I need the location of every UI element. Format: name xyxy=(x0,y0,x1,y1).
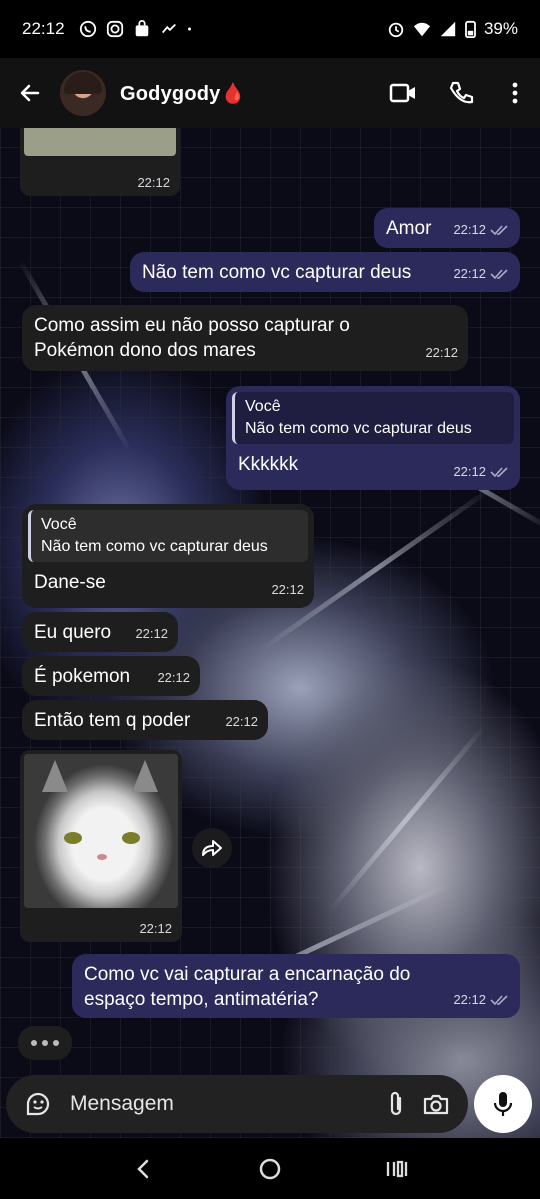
chat-area[interactable]: 22:12 Amor 22:12 Não tem como vc captura… xyxy=(0,128,540,1138)
message-text: Amor xyxy=(386,218,432,239)
message-time: 22:12 xyxy=(453,222,486,237)
message-text-line: Como assim eu não posso capturar o xyxy=(34,315,350,336)
message-text: Não tem como vc capturar deus xyxy=(142,262,412,283)
read-receipt-icon xyxy=(490,466,508,477)
alarm-icon xyxy=(388,22,404,38)
cat-photo[interactable] xyxy=(24,754,178,908)
message-time: 22:12 xyxy=(139,921,172,936)
nav-back-icon xyxy=(137,1159,149,1178)
message-time: 22:12 xyxy=(425,345,458,360)
message-incoming[interactable]: Como assim eu não posso capturar o Pokém… xyxy=(22,305,468,371)
dot-icon xyxy=(187,27,191,31)
forward-button[interactable] xyxy=(192,828,232,868)
wallpaper-streak xyxy=(328,725,487,913)
attach-icon xyxy=(390,1091,402,1116)
message-time: 22:12 xyxy=(135,626,168,641)
contact-name[interactable]: Godygody🩸 xyxy=(120,81,374,106)
message-incoming[interactable]: Eu quero 22:12 xyxy=(22,612,178,652)
message-outgoing[interactable]: Como vc vai capturar a encarnação do esp… xyxy=(72,954,520,1018)
battery-icon xyxy=(465,20,476,38)
status-bar: 22:12 39% xyxy=(0,0,540,58)
message-incoming-reply[interactable]: Você Não tem como vc capturar deus Dane-… xyxy=(22,504,314,608)
quote-author: Você xyxy=(245,398,281,415)
attach-button[interactable] xyxy=(376,1084,416,1124)
sticker-button[interactable] xyxy=(18,1084,58,1124)
more-vert-icon xyxy=(512,82,518,104)
message-time: 22:12 xyxy=(225,714,258,729)
nav-back-button[interactable] xyxy=(113,1144,173,1194)
phone-call-icon xyxy=(449,81,474,104)
video-call-button[interactable] xyxy=(374,58,432,128)
message-time: 22:12 xyxy=(453,266,486,281)
read-receipt-icon xyxy=(490,224,508,235)
signal-icon xyxy=(440,21,456,37)
message-time: 22:12 xyxy=(137,175,170,190)
quoted-message[interactable]: Você Não tem como vc capturar deus xyxy=(232,392,514,444)
mic-icon xyxy=(493,1092,513,1116)
message-time: 22:12 xyxy=(157,670,190,685)
message-text-line: Pokémon dono dos mares xyxy=(34,340,256,361)
message-incoming[interactable]: É pokemon 22:12 xyxy=(22,656,200,696)
phone-call-button[interactable] xyxy=(432,58,490,128)
read-receipt-icon xyxy=(490,268,508,279)
message-text: Dane-se xyxy=(34,572,106,593)
more-options-button[interactable] xyxy=(490,58,540,128)
chat-header: Godygody🩸 xyxy=(0,58,540,128)
message-composer xyxy=(6,1075,468,1133)
back-arrow-icon xyxy=(20,84,40,102)
nav-home-button[interactable] xyxy=(240,1144,300,1194)
message-time: 22:12 xyxy=(453,992,486,1007)
message-incoming[interactable]: Então tem q poder 22:12 xyxy=(22,700,268,740)
image-message[interactable]: 22:12 xyxy=(20,750,182,942)
recorder-icon xyxy=(161,23,176,34)
whatsapp-icon xyxy=(79,20,96,38)
avatar[interactable] xyxy=(60,70,106,116)
camera-icon xyxy=(423,1094,449,1115)
read-receipt-icon xyxy=(490,994,508,1005)
shopping-bag-icon xyxy=(135,20,148,37)
message-time: 22:12 xyxy=(453,464,486,479)
quoted-message[interactable]: Você Não tem como vc capturar deus xyxy=(28,510,308,562)
nav-recents-button[interactable] xyxy=(367,1144,427,1194)
voice-message-button[interactable] xyxy=(474,1075,532,1133)
message-outgoing[interactable]: Amor 22:12 xyxy=(374,208,520,248)
message-text-line: Como vc vai capturar a encarnação do xyxy=(84,964,411,985)
typing-indicator xyxy=(18,1026,72,1060)
quote-author: Você xyxy=(41,516,77,533)
battery-percent: 39% xyxy=(483,19,518,38)
quote-text: Não tem como vc capturar deus xyxy=(245,420,472,437)
image-message-partial[interactable]: 22:12 xyxy=(20,128,180,196)
sticker-icon xyxy=(26,1092,50,1116)
message-outgoing[interactable]: Não tem como vc capturar deus 22:12 xyxy=(130,252,520,292)
message-text: Eu quero xyxy=(34,622,112,643)
wifi-icon xyxy=(413,22,431,37)
video-call-icon xyxy=(389,83,415,103)
status-time: 22:12 xyxy=(22,19,65,38)
message-time: 22:12 xyxy=(271,582,304,597)
message-text-line: espaço tempo, antimatéria? xyxy=(84,989,319,1010)
camera-button[interactable] xyxy=(416,1084,456,1124)
image-thumbnail[interactable] xyxy=(24,128,176,156)
instagram-icon xyxy=(106,20,123,38)
message-outgoing-reply[interactable]: Você Não tem como vc capturar deus Kkkkk… xyxy=(226,386,520,490)
nav-home-icon xyxy=(259,1158,281,1179)
message-input[interactable] xyxy=(70,1092,376,1116)
message-text: Então tem q poder xyxy=(34,710,191,731)
system-nav-bar xyxy=(0,1138,540,1199)
forward-icon xyxy=(202,840,222,856)
back-button[interactable] xyxy=(0,58,60,128)
quote-text: Não tem como vc capturar deus xyxy=(41,538,268,555)
message-text: É pokemon xyxy=(34,666,131,687)
nav-recents-icon xyxy=(386,1160,407,1177)
